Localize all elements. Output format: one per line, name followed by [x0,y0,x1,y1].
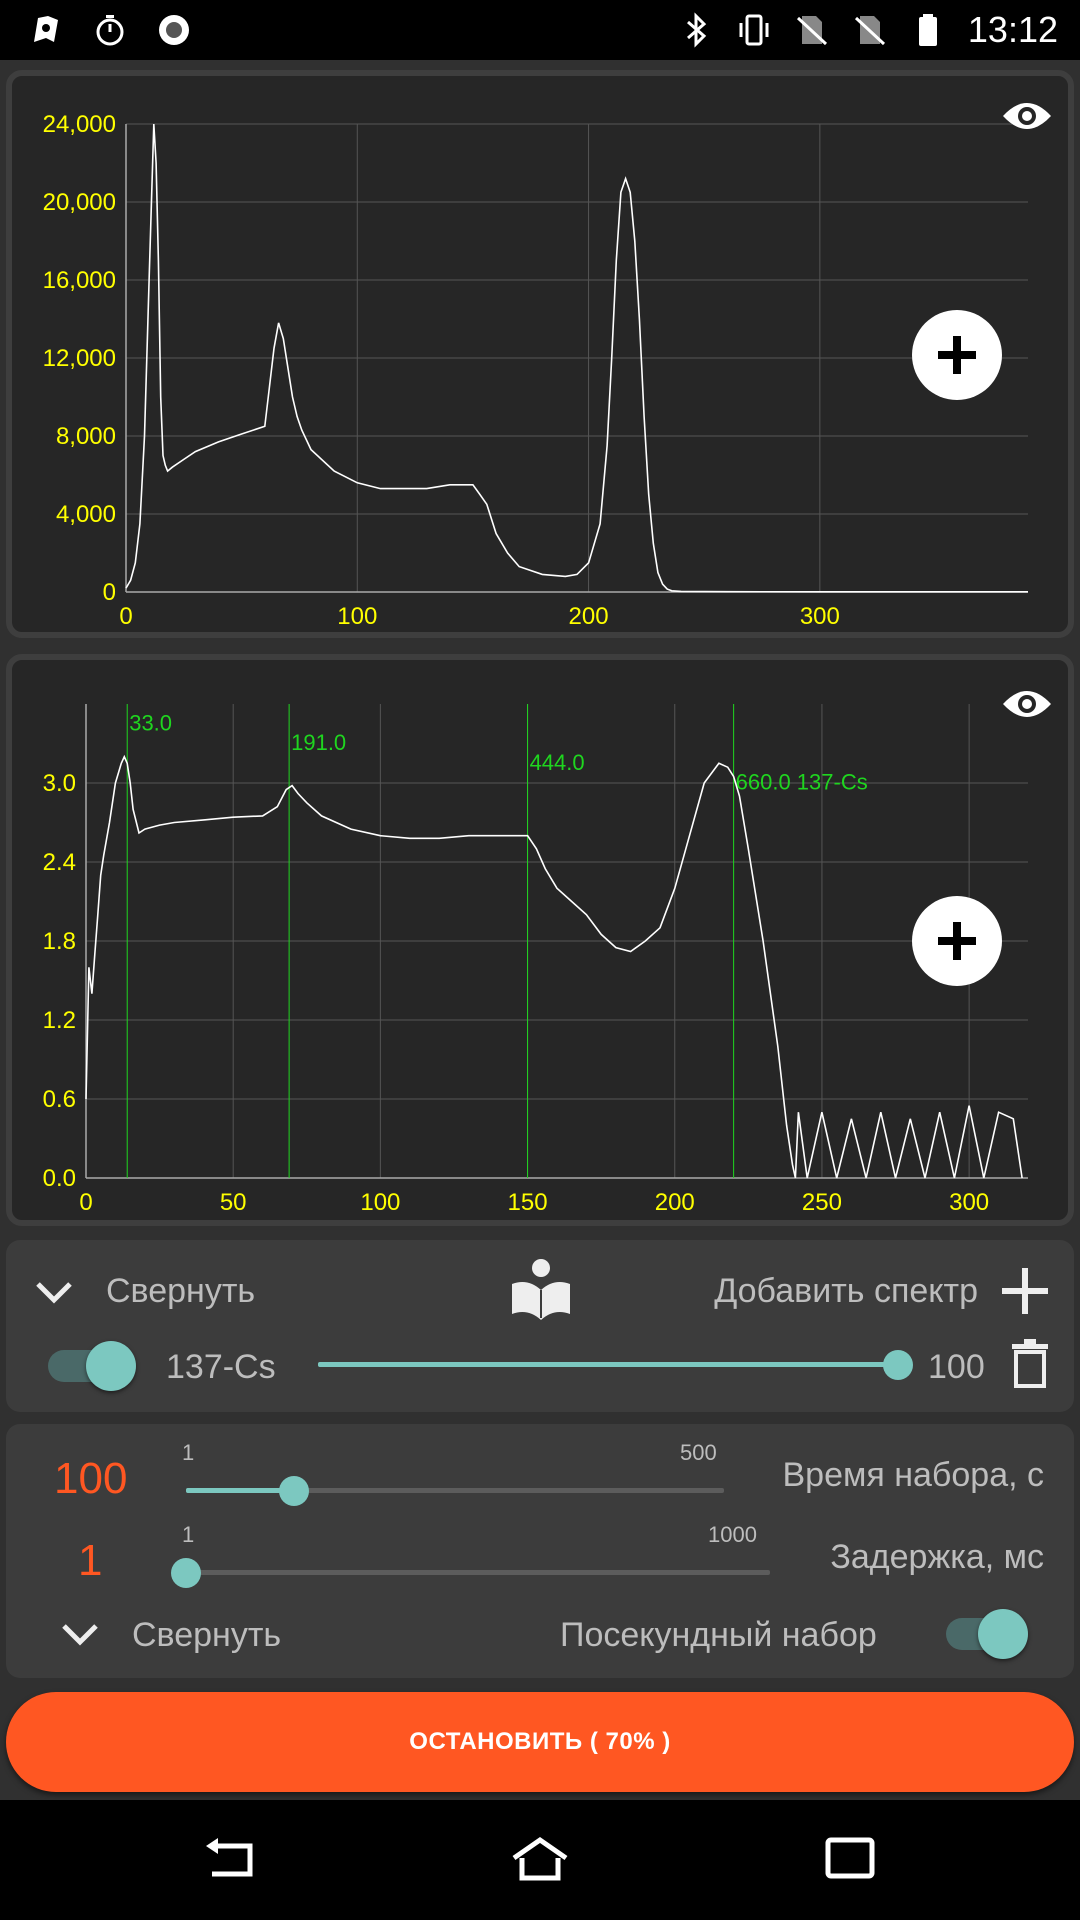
stopwatch-icon [96,15,124,46]
y-tick-label: 24,000 [43,111,116,138]
peak-marker-label: 191.0 [291,730,346,755]
chevron-down-icon[interactable] [34,1278,74,1308]
spectrum-slider-thumb[interactable] [883,1350,913,1380]
y-tick-label: 16,000 [43,267,116,294]
eye-icon[interactable] [1000,684,1054,724]
add-spectrum-label[interactable]: Добавить спектр [714,1272,978,1311]
peak-marker-label: 660.0 137-Cs [736,770,868,795]
no-sim-icon [796,16,827,46]
delay-slider-track [186,1570,770,1575]
y-tick-label: 2.4 [43,849,76,876]
x-tick-label: 300 [800,603,840,630]
time-value: 100 [54,1454,128,1503]
stop-button[interactable]: ОСТАНОВИТЬ ( 70% ) [6,1692,1074,1792]
y-tick-label: 12,000 [43,345,116,372]
time-slider-fill [186,1488,294,1493]
delay-min: 1 [182,1522,195,1547]
app-icon [34,16,58,42]
y-tick-label: 0.0 [43,1165,76,1192]
x-tick-label: 200 [655,1189,695,1216]
peak-marker-label: 444.0 [530,750,585,775]
normalized-spectrum-chart-card: 0 50 100 150 200 250 300 0.0 0.6 1.2 1.8 2.4 3.0 33.0… [6,654,1074,1226]
record-icon [159,15,189,45]
trash-icon[interactable] [1010,1338,1050,1388]
home-icon[interactable] [510,1834,570,1886]
switch-knob [86,1341,136,1391]
y-tick-label: 1.2 [43,1007,76,1034]
time-slider-thumb[interactable] [279,1476,309,1506]
spectra-panel: Свернуть Добавить спектр 137-Cs 100 [6,1240,1074,1412]
spectrum-slider-fill [318,1362,898,1367]
plus-icon [938,922,976,960]
per-second-label: Посекундный набор [560,1616,877,1654]
time-max: 500 [680,1440,717,1465]
per-second-switch[interactable] [946,1606,1036,1662]
no-sim-icon [854,16,885,46]
battery-icon [918,14,937,46]
recents-icon[interactable] [820,1834,880,1886]
acquisition-panel: 100 1 500 Время набора, с 1 1 1000 Задер… [6,1424,1074,1678]
spectrum-name: 137-Cs [166,1348,276,1386]
library-icon[interactable] [510,1256,572,1322]
x-tick-label: 200 [569,603,609,630]
plus-icon [938,336,976,374]
y-tick-label: 1.8 [43,928,76,955]
peak-marker-label: 33.0 [129,710,172,735]
spectrum-value: 100 [928,1348,985,1386]
clock: 13:12 [967,9,1058,50]
chevron-down-icon[interactable] [60,1620,100,1650]
x-tick-label: 50 [220,1189,247,1216]
time-label: Время набора, с [782,1456,1044,1494]
y-tick-label: 3.0 [43,770,76,797]
delay-slider-thumb[interactable] [171,1558,201,1588]
zoom-in-button[interactable] [912,896,1002,986]
bluetooth-icon [686,12,707,48]
spectrum-chart[interactable]: 0 100 200 300 0 4,000 8,000 12,000 16,000 20,000 2… [12,76,1068,632]
y-tick-label: 0.6 [43,1086,76,1113]
y-tick-label: 8,000 [56,423,116,450]
zoom-in-button[interactable] [912,310,1002,400]
collapse-label[interactable]: Свернуть [106,1272,255,1311]
delay-label: Задержка, мс [830,1538,1044,1576]
y-tick-label: 20,000 [43,189,116,216]
spectrum-chart-card: 0 100 200 300 0 4,000 8,000 12,000 16,000 20,000 2… [6,70,1074,638]
x-tick-label: 300 [949,1189,989,1216]
navigation-bar [0,1800,1080,1920]
switch-knob [978,1609,1028,1659]
x-tick-label: 0 [79,1189,92,1216]
x-tick-label: 100 [337,603,377,630]
add-spectrum-icon[interactable] [1002,1268,1048,1314]
time-min: 1 [182,1440,195,1465]
y-tick-label: 4,000 [56,501,116,528]
eye-icon[interactable] [1000,96,1054,136]
x-tick-label: 150 [508,1189,548,1216]
delay-max: 1000 [708,1522,757,1547]
status-bar: 13:12 [0,0,1080,60]
normalized-spectrum-chart[interactable]: 0 50 100 150 200 250 300 0.0 0.6 1.2 1.8 2.4 3.0 33.0… [12,660,1068,1220]
vibrate-icon [739,14,769,46]
y-tick-label: 0 [103,579,116,606]
x-tick-label: 250 [802,1189,842,1216]
back-icon[interactable] [200,1834,260,1886]
collapse-label[interactable]: Свернуть [132,1616,281,1655]
spectrum-line [85,754,1023,1179]
delay-value: 1 [78,1536,103,1585]
spectrum-visibility-switch[interactable] [48,1338,138,1394]
x-tick-label: 0 [119,603,132,630]
x-tick-label: 100 [360,1189,400,1216]
